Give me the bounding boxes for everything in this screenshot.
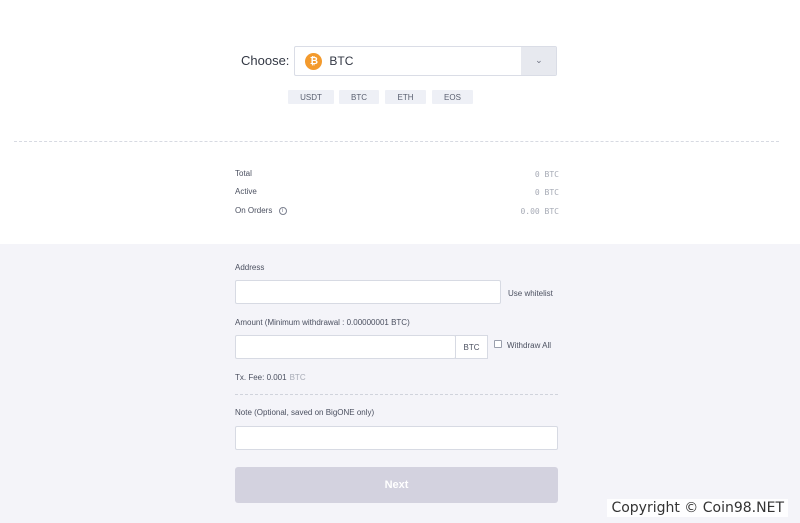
coin-chooser-row: Choose: ₿ BTC ⌄ [241,46,558,76]
address-label: Address [235,263,265,272]
use-whitelist-link[interactable]: Use whitelist [508,289,553,298]
tx-fee: Tx. Fee: 0.001 BTC [235,373,306,382]
note-input[interactable] [235,426,558,450]
info-icon[interactable]: i [278,206,287,215]
bitcoin-icon: ₿ [305,52,323,70]
total-label: Total [235,169,252,178]
withdraw-all-checkbox[interactable] [494,340,502,348]
asset-chooser-panel: Choose: ₿ BTC ⌄ USDT BTC ETH EOS Total 0… [0,0,800,244]
coin-select-value: BTC [329,54,354,68]
quick-coin-eos[interactable]: EOS [432,90,473,104]
on-orders-row: On Orders i [235,206,287,215]
chevron-down-icon[interactable]: ⌄ [521,47,557,75]
amount-unit: BTC [455,335,488,359]
quick-coin-usdt[interactable]: USDT [288,90,334,104]
on-orders-value: 0.00 BTC [520,207,559,216]
withdraw-all-label[interactable]: Withdraw All [507,341,551,350]
note-label: Note (Optional, saved on BigONE only) [235,408,375,417]
tx-fee-label: Tx. Fee: 0.001 [235,373,287,382]
quick-coin-eth[interactable]: ETH [385,90,426,104]
next-button[interactable]: Next [235,467,558,503]
copyright-watermark: Copyright © Coin98.NET [607,499,788,517]
address-input[interactable] [235,280,501,304]
amount-label: Amount (Minimum withdrawal : 0.00000001 … [235,318,410,327]
tx-fee-unit: BTC [289,373,306,382]
amount-input[interactable] [235,335,456,359]
on-orders-label: On Orders [235,206,273,215]
quick-coin-btc[interactable]: BTC [339,90,379,104]
choose-label: Choose: [241,53,290,68]
coin-select[interactable]: ₿ BTC ⌄ [294,46,558,76]
section-divider [14,141,779,142]
active-value: 0 BTC [534,188,559,197]
form-divider [235,394,558,395]
total-value: 0 BTC [534,170,559,179]
active-label: Active [235,187,257,196]
